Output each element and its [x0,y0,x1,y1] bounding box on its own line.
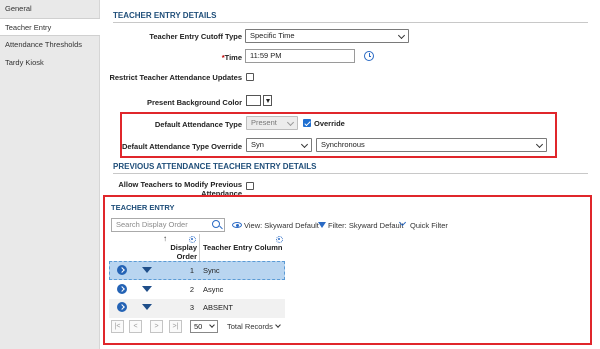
row-display-order: 3 [189,303,194,312]
quick-filter-icon [400,220,408,226]
col-teacher-entry[interactable]: Teacher Entry Column [203,243,282,252]
table-row[interactable] [109,261,285,280]
chevron-down-icon [397,31,406,40]
clock-icon[interactable] [364,51,374,61]
row-entry-column: Sync [203,266,220,275]
page-size-select[interactable]: 50 [190,320,218,333]
view-button[interactable]: View: Skyward Default [244,221,319,230]
row-expand-icon[interactable] [142,304,152,310]
search-input[interactable]: Search Display Order [111,218,225,232]
chevron-down-icon [209,322,215,328]
quick-filter-button[interactable]: Quick Filter [410,221,448,230]
first-page-button[interactable]: |< [111,320,124,333]
filter-button[interactable]: Filter: Skyward Default [328,221,403,230]
background-color-swatch[interactable] [246,95,261,106]
row-expand-icon[interactable] [142,286,152,292]
page-size-value: 50 [194,322,203,331]
row-action-icon[interactable] [117,302,127,312]
col-display-order[interactable]: Display Order [165,243,197,261]
sidebar-item-tardy-kiosk[interactable]: Tardy Kiosk [0,54,99,72]
background-color-label: Present Background Color [146,98,242,107]
table-row[interactable] [109,299,285,318]
filter-icon [318,222,326,228]
table-row[interactable] [109,280,285,299]
chevron-down-icon [275,322,281,328]
next-page-button[interactable]: > [150,320,163,333]
default-type-select: Present [246,116,298,130]
grid-title: TEACHER ENTRY [111,203,175,212]
total-records-toggle[interactable]: Total Records [227,322,281,331]
row-entry-column: ABSENT [203,303,234,312]
chevron-down-icon [535,140,544,149]
column-settings-gear-icon[interactable] [189,236,196,243]
cutoff-type-select[interactable]: Specific Time [245,29,409,43]
previous-section-title: PREVIOUS ATTENDANCE TEACHER ENTRY DETAIL… [113,162,317,171]
row-entry-column: Async [203,285,224,294]
override-desc-value: Synchronous [321,140,365,149]
last-page-button[interactable]: >| [169,320,182,333]
total-records-label: Total Records [227,322,273,331]
chevron-down-icon [300,140,309,149]
allow-modify-checkbox[interactable] [246,182,254,190]
previous-section-divider [113,173,588,174]
details-section-title: TEACHER ENTRY DETAILS [113,11,217,20]
cutoff-type-value: Specific Time [250,31,295,40]
time-label: *Time [110,53,242,62]
override-label: Override [314,119,345,128]
default-type-value: Present [251,118,277,127]
override-checkbox[interactable] [303,119,311,127]
col-display-order-line2: Order [176,252,197,261]
override-desc-select[interactable]: Synchronous [316,138,547,152]
sort-up-icon[interactable]: ↑ [163,234,167,243]
restrict-updates-checkbox[interactable] [246,73,254,81]
time-input[interactable]: 11:59 PM [245,49,355,63]
prev-page-button[interactable]: < [129,320,142,333]
row-display-order: 2 [189,285,194,294]
column-settings-gear-icon[interactable] [276,236,283,243]
sidebar: General Teacher Entry Attendance Thresho… [0,0,100,349]
override-code-value: Syn [251,140,264,149]
details-section-divider [113,22,588,23]
column-divider [199,234,200,261]
row-action-icon[interactable] [117,284,127,294]
sidebar-item-teacher-entry[interactable]: Teacher Entry [0,18,100,36]
cutoff-type-label: Teacher Entry Cutoff Type [149,32,242,41]
sidebar-item-attendance-thresholds[interactable]: Attendance Thresholds [0,36,99,54]
row-display-order: 1 [189,266,194,275]
time-label-text: Time [224,53,242,62]
eye-icon [232,222,242,228]
restrict-updates-label: Restrict Teacher Attendance Updates [109,73,242,82]
allow-modify-label-line1: Allow Teachers to Modify Previous [118,180,242,189]
chevron-down-icon [286,118,295,127]
row-expand-icon[interactable] [142,267,152,273]
col-display-order-line1: Display [170,243,197,252]
row-action-icon[interactable] [117,265,127,275]
override-type-label: Default Attendance Type Override [121,142,242,151]
default-type-label: Default Attendance Type [154,120,242,129]
search-icon[interactable] [212,220,220,228]
sidebar-item-general[interactable]: General [0,0,99,18]
background-color-dropdown[interactable] [263,95,272,106]
override-code-select[interactable]: Syn [246,138,312,152]
